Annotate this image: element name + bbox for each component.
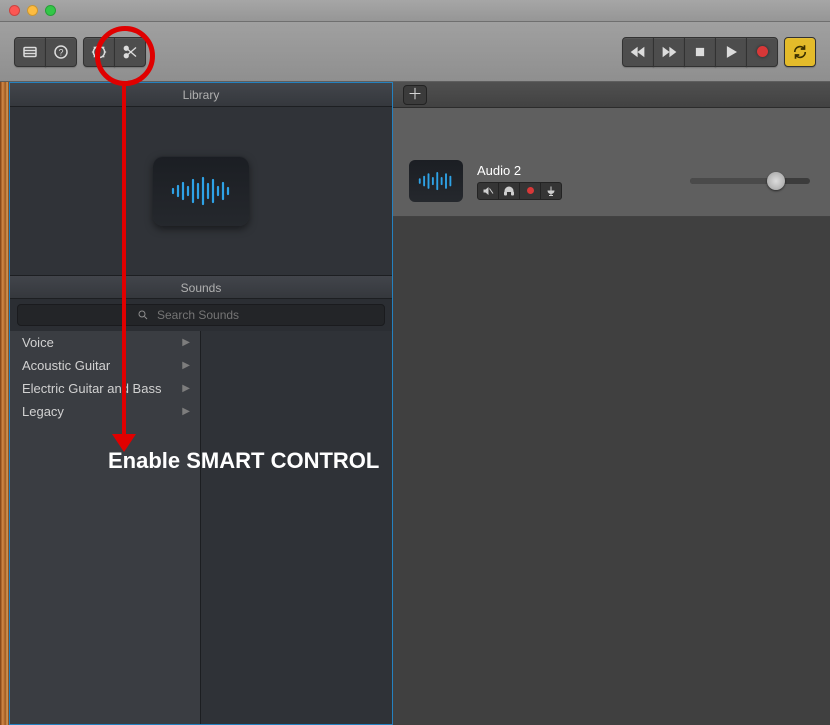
window-titlebar bbox=[0, 0, 830, 22]
scissors-icon bbox=[121, 43, 139, 61]
category-label: Electric Guitar and Bass bbox=[22, 381, 161, 396]
waveform-icon bbox=[416, 171, 456, 191]
play-button[interactable] bbox=[715, 37, 747, 67]
volume-slider[interactable] bbox=[690, 178, 810, 184]
garageband-window: ? bbox=[0, 0, 830, 725]
library-title: Library bbox=[10, 83, 392, 107]
search-input[interactable] bbox=[17, 304, 385, 326]
category-label: Acoustic Guitar bbox=[22, 358, 110, 373]
help-button[interactable]: ? bbox=[45, 37, 77, 67]
chevron-right-icon: ▶ bbox=[182, 337, 190, 348]
waveform-icon bbox=[169, 176, 233, 206]
traffic-lights bbox=[9, 5, 56, 16]
sound-browser: Voice ▶ Acoustic Guitar ▶ Electric Guita… bbox=[10, 331, 392, 724]
arrange-area[interactable] bbox=[393, 217, 830, 725]
track-controls bbox=[477, 182, 562, 200]
play-icon bbox=[722, 43, 740, 61]
cycle-button[interactable] bbox=[784, 37, 816, 67]
track-header-area: Audio 2 bbox=[393, 108, 830, 217]
workspace: Library bbox=[0, 82, 830, 725]
rewind-button[interactable] bbox=[622, 37, 654, 67]
library-panel: Library bbox=[9, 82, 393, 725]
track-name: Audio 2 bbox=[477, 163, 562, 178]
editors-button[interactable] bbox=[114, 37, 146, 67]
record-enable-icon bbox=[527, 187, 534, 194]
cycle-icon bbox=[791, 43, 809, 61]
preset-preview bbox=[10, 107, 392, 275]
record-icon bbox=[757, 46, 768, 57]
category-voice[interactable]: Voice ▶ bbox=[10, 331, 200, 354]
help-icon: ? bbox=[52, 43, 70, 61]
toolbar: ? bbox=[0, 22, 830, 82]
preset-tile bbox=[153, 156, 249, 226]
mute-icon bbox=[482, 185, 494, 197]
input-monitor-button[interactable] bbox=[540, 182, 562, 200]
record-button[interactable] bbox=[746, 37, 778, 67]
forward-icon bbox=[660, 43, 678, 61]
record-enable-button[interactable] bbox=[519, 182, 541, 200]
dial-icon bbox=[90, 43, 108, 61]
smart-controls-button[interactable] bbox=[83, 37, 115, 67]
mute-button[interactable] bbox=[477, 182, 499, 200]
rewind-icon bbox=[629, 43, 647, 61]
chevron-right-icon: ▶ bbox=[182, 383, 190, 394]
search-field[interactable] bbox=[155, 307, 265, 323]
chevron-right-icon: ▶ bbox=[182, 360, 190, 371]
side-edge bbox=[0, 82, 9, 725]
track-icon-tile bbox=[409, 160, 463, 202]
sounds-title: Sounds bbox=[10, 275, 392, 299]
minimize-icon[interactable] bbox=[27, 5, 38, 16]
track-header[interactable]: Audio 2 bbox=[393, 160, 830, 202]
category-acoustic-guitar[interactable]: Acoustic Guitar ▶ bbox=[10, 354, 200, 377]
chevron-right-icon: ▶ bbox=[182, 406, 190, 417]
browser-column-2 bbox=[201, 331, 392, 724]
solo-button[interactable] bbox=[498, 182, 520, 200]
search-icon bbox=[137, 309, 149, 321]
slider-fill bbox=[690, 178, 776, 184]
browser-column-1: Voice ▶ Acoustic Guitar ▶ Electric Guita… bbox=[10, 331, 201, 724]
headphones-icon bbox=[503, 185, 515, 197]
add-track-button[interactable]: ＋ bbox=[403, 85, 427, 105]
category-legacy[interactable]: Legacy ▶ bbox=[10, 400, 200, 423]
stop-button[interactable] bbox=[684, 37, 716, 67]
svg-text:?: ? bbox=[58, 47, 63, 57]
close-icon[interactable] bbox=[9, 5, 20, 16]
library-icon bbox=[21, 43, 39, 61]
ruler-bar: ＋ bbox=[393, 82, 830, 108]
category-electric-guitar-bass[interactable]: Electric Guitar and Bass ▶ bbox=[10, 377, 200, 400]
slider-knob[interactable] bbox=[767, 172, 785, 190]
stop-icon bbox=[691, 43, 709, 61]
category-label: Voice bbox=[22, 335, 54, 350]
input-monitor-icon bbox=[545, 185, 557, 197]
category-label: Legacy bbox=[22, 404, 64, 419]
track-area: ＋ bbox=[393, 82, 830, 725]
search-row bbox=[10, 299, 392, 331]
forward-button[interactable] bbox=[653, 37, 685, 67]
library-toggle-button[interactable] bbox=[14, 37, 46, 67]
zoom-icon[interactable] bbox=[45, 5, 56, 16]
